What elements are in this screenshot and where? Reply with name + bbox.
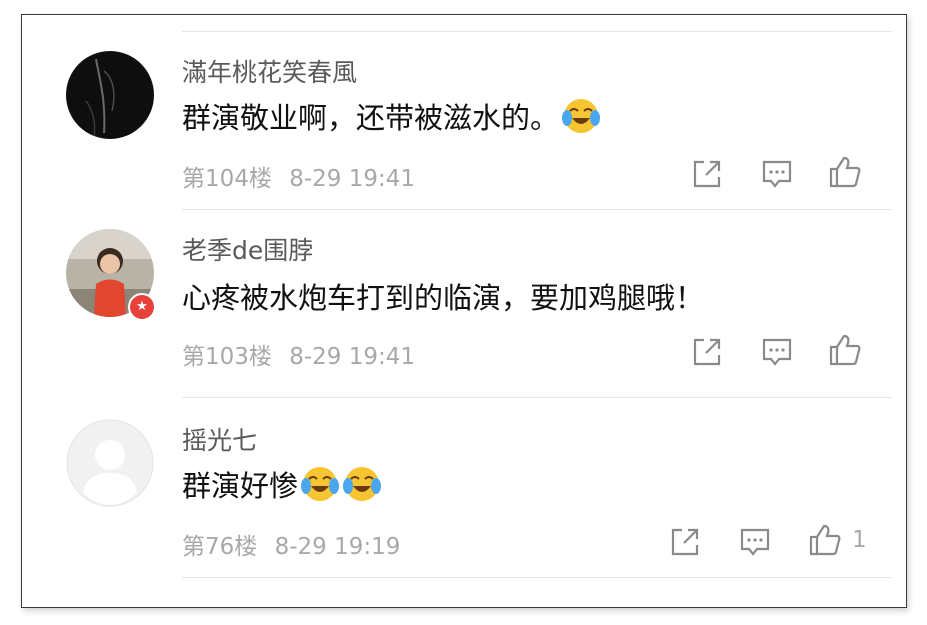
floor-number: 第104楼: [182, 166, 272, 192]
timestamp: 8-29 19:19: [274, 534, 401, 560]
star-icon: ★: [128, 293, 156, 321]
thumbs-up-icon[interactable]: [828, 333, 862, 367]
timestamp: 8-29 19:41: [289, 166, 416, 192]
laughing-crying-emoji-icon: [301, 467, 340, 501]
divider: [182, 209, 892, 210]
floor-number: 第103楼: [182, 344, 272, 370]
comment-icon[interactable]: [760, 157, 794, 191]
share-icon[interactable]: [690, 335, 724, 369]
username[interactable]: 滿年桃花笑春風: [182, 53, 357, 89]
divider: [182, 397, 892, 398]
like-count: 1: [852, 527, 867, 553]
username[interactable]: 老季de围脖: [182, 231, 313, 267]
comment-list: 滿年桃花笑春風 群演敬业啊，还带被滋水的。 第104楼 8-29 19:41 ★…: [21, 14, 907, 608]
comment-text: 心疼被水炮车打到的临演，要加鸡腿哦！: [182, 275, 704, 317]
username[interactable]: 摇光七: [182, 421, 257, 457]
avatar[interactable]: [66, 51, 154, 139]
comment-icon[interactable]: [738, 525, 772, 559]
timestamp: 8-29 19:41: [289, 344, 416, 370]
comment-text-content: 群演敬业啊，还带被滋水的。: [182, 101, 560, 135]
share-icon[interactable]: [690, 157, 724, 191]
divider: [182, 577, 892, 578]
comment-text: 群演好惨: [182, 463, 382, 505]
thumbs-up-icon[interactable]: [828, 155, 862, 189]
avatar[interactable]: [66, 419, 154, 507]
comment-text: 群演敬业啊，还带被滋水的。: [182, 95, 601, 137]
comment-icon[interactable]: [760, 335, 794, 369]
comment-meta: 第104楼 8-29 19:41: [182, 159, 415, 193]
share-icon[interactable]: [668, 525, 702, 559]
laughing-crying-emoji-icon: [562, 99, 601, 133]
comment-text-content: 心疼被水炮车打到的临演，要加鸡腿哦！: [182, 281, 705, 315]
comment-meta: 第103楼 8-29 19:41: [182, 337, 415, 371]
comment-meta: 第76楼 8-29 19:19: [182, 527, 400, 561]
comment-text-content: 群演好惨: [182, 469, 299, 503]
laughing-crying-emoji-icon: [343, 467, 382, 501]
thumbs-up-icon[interactable]: [808, 523, 842, 557]
floor-number: 第76楼: [182, 534, 258, 560]
divider: [182, 31, 892, 32]
